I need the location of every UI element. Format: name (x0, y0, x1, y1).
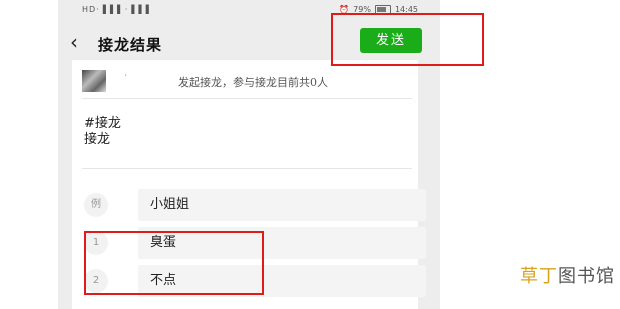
page-title: 接龙结果 (98, 36, 163, 54)
signal-indicators: HD·▐▐▐ ·▐▐▐ (82, 5, 150, 14)
avatar (82, 70, 106, 92)
highlight-box-send (331, 13, 484, 66)
watermark: 草丁图书馆 (520, 262, 615, 288)
topic-text: #接龙 接龙 (84, 116, 121, 148)
participation-info: 发起接龙，参与接龙目前共0人 (178, 76, 328, 89)
divider (82, 98, 412, 99)
entry-field[interactable]: 小姐姐 (138, 189, 426, 221)
entry-index: 例 (84, 193, 108, 217)
divider (82, 168, 412, 169)
topic-hashtag: #接龙 (84, 116, 121, 131)
topic-description: 接龙 (84, 132, 111, 147)
list-item-example: 例 小姐姐 (84, 189, 426, 221)
watermark-part1: 草丁 (520, 266, 558, 287)
highlight-box-entries (84, 231, 264, 295)
back-arrow-icon[interactable]: ‹ (70, 30, 78, 54)
watermark-part2: 图书馆 (558, 266, 615, 287)
initiator-name: ’ (124, 73, 128, 84)
